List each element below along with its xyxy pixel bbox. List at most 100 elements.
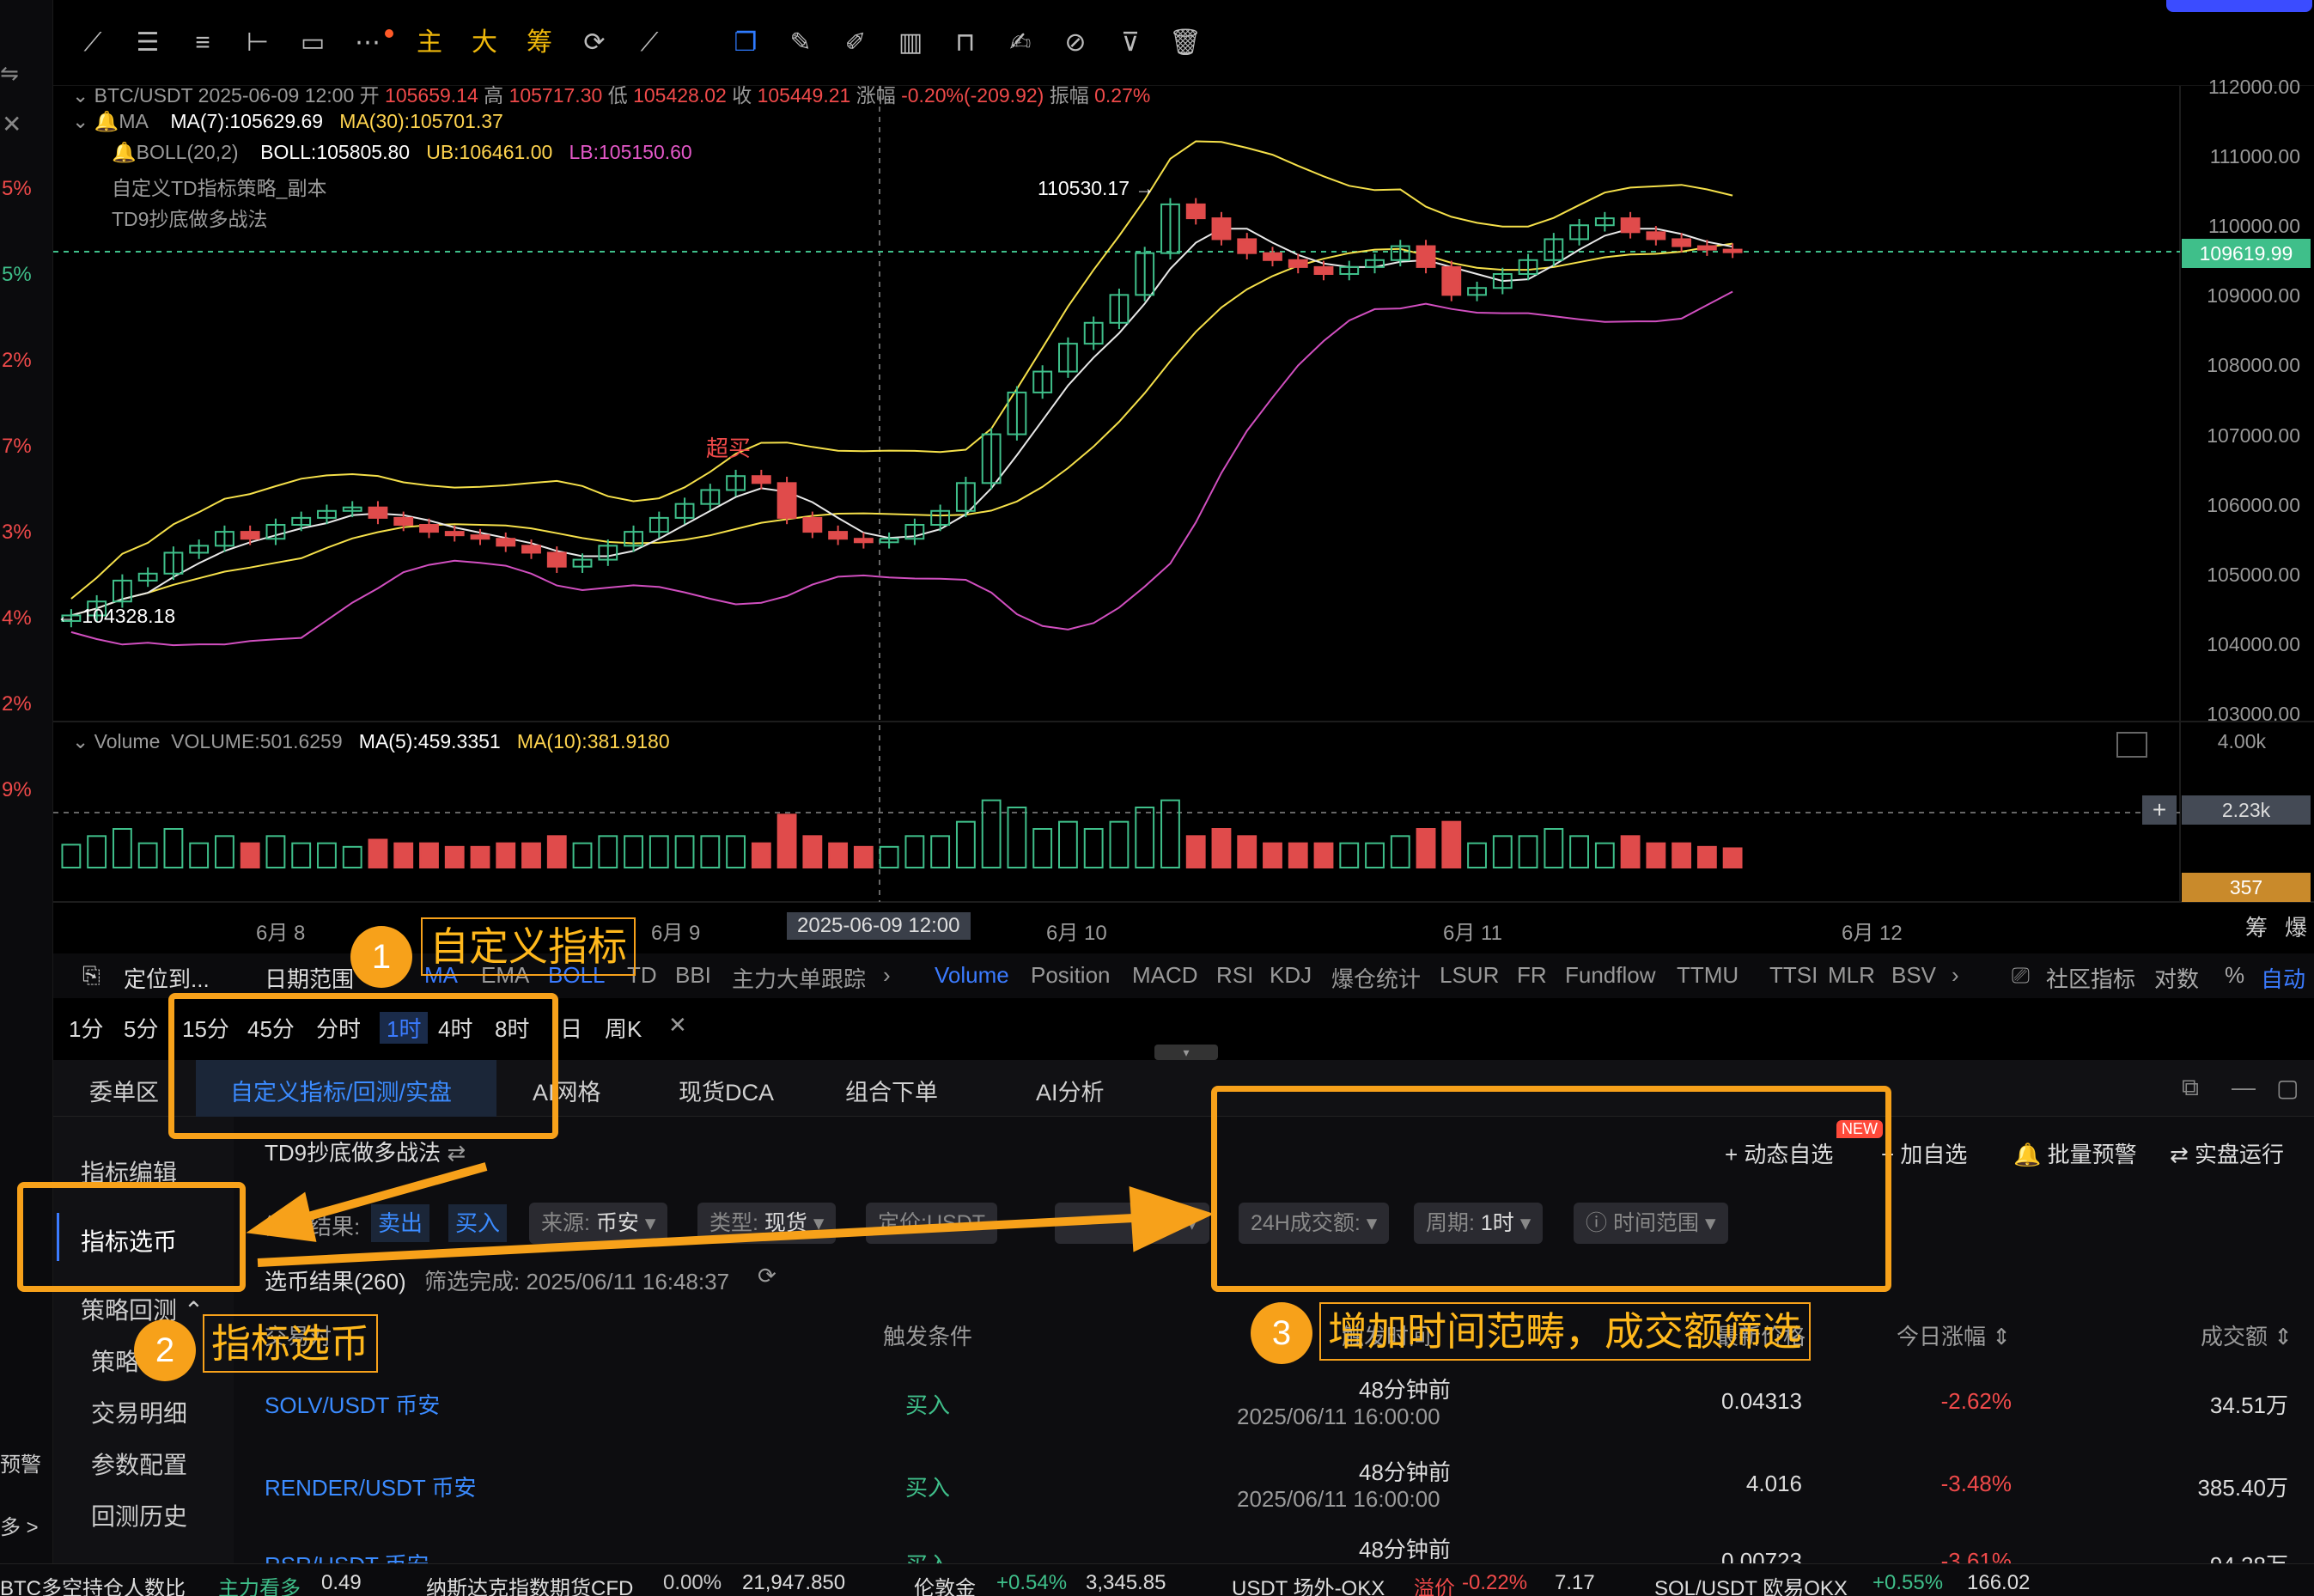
resize-handle[interactable]: ▾ [1154,1045,1218,1060]
sub-macd[interactable]: MACD [1132,962,1198,989]
interval-1m[interactable]: 1分 [69,1012,103,1044]
rectangle-icon[interactable]: ▭ [294,24,332,62]
locate-button[interactable]: 定位到... [124,962,210,994]
locate-icon[interactable]: ⎘ [82,962,100,990]
popout-icon[interactable]: ⧉ [2182,1074,2199,1102]
burst-button[interactable]: 爆 [2285,911,2307,942]
close-icon[interactable]: ✕ [2,110,21,138]
row-pair[interactable]: RSR/USDT 币安 [265,1548,429,1563]
community-icon[interactable]: ⎚ [2012,962,2030,990]
log-scale-toggle[interactable]: 对数 [2154,962,2199,994]
tab-ai-analysis[interactable]: AI分析 [1036,1074,1105,1107]
strategy-name[interactable]: TD9抄底做多战法 ⇄ [265,1136,466,1167]
lock-icon[interactable]: ⊓ [947,24,984,62]
parallel-lines-icon[interactable]: ☰ [129,24,167,62]
sub-bsv[interactable]: BSV [1891,962,1936,989]
top-banner[interactable] [2166,0,2312,12]
trash-icon[interactable]: 🗑 [1166,24,1204,62]
ruler-icon[interactable]: ✎ [782,24,819,62]
big-order-tool[interactable]: 大 [466,24,503,62]
interval-1d[interactable]: 日 [560,1012,582,1044]
chevron-right-icon[interactable]: › [883,962,891,989]
nav-backtest-history[interactable]: 回测历史 [91,1498,187,1532]
sub-ttsi[interactable]: TTSI [1769,962,1818,989]
pen-icon[interactable]: ✐ [837,24,874,62]
more-tools-icon[interactable]: ⋯ [349,24,387,62]
batch-alert-button[interactable]: 🔔 批量预警 [2013,1137,2137,1169]
magnet-icon[interactable]: ⊘ [1057,24,1094,62]
col-change[interactable]: 今日涨幅 ⇕ [1897,1319,2011,1351]
bell-icon[interactable]: 🔔 [94,110,119,132]
col-condition[interactable]: 触发条件 [883,1319,972,1351]
tab-spot-dca[interactable]: 现货DCA [679,1074,774,1107]
type-dropdown[interactable]: 类型: 现货 ▾ [697,1203,837,1244]
copy-icon[interactable]: ❐ [727,24,764,62]
maximize-icon[interactable]: ▢ [2276,1074,2299,1102]
community-indicators[interactable]: 社区指标 [2046,962,2135,994]
ind-main-force[interactable]: 主力大单跟踪 [732,962,866,994]
close-icon[interactable]: ✕ [668,1012,687,1039]
chevron-up-icon[interactable]: ⌃ [184,1297,204,1324]
ticker-item[interactable]: SOL/USDT 欧易OKX [1654,1571,1848,1596]
nav-param-config[interactable]: 参数配置 [91,1447,187,1481]
date-range-button[interactable]: 日期范围 [265,962,354,994]
measure-icon[interactable]: ⟋ [630,24,668,62]
nav-strategy-backtest[interactable]: 策略回测 ⌃ [81,1292,204,1326]
collapse-icon[interactable]: ⇋ [0,60,19,87]
ind-bbi[interactable]: BBI [675,962,711,989]
live-run-button[interactable]: ⇄ 实盘运行 [2170,1137,2284,1169]
sub-mlr[interactable]: MLR [1828,962,1875,989]
sub-fundflow[interactable]: Fundflow [1565,962,1656,989]
chevron-right-icon[interactable]: › [1952,962,1959,989]
sub-kdj[interactable]: KDJ [1270,962,1312,989]
buy-filter[interactable]: 买入 [448,1204,508,1242]
filter-icon[interactable]: ⊽ [1111,24,1149,62]
main-force-tool[interactable]: 主 [411,24,448,62]
row-pair[interactable]: RENDER/USDT 币安 [265,1471,477,1502]
alert-link[interactable]: 预警 [0,1447,41,1477]
add-watchlist-button[interactable]: + 加自选 [1881,1137,1967,1169]
sub-volume[interactable]: Volume [935,962,1009,989]
sub-liquidation[interactable]: 爆仓统计 [1331,962,1421,994]
interval-5m[interactable]: 5分 [124,1012,158,1044]
tab-combo-order[interactable]: 组合下单 [845,1074,938,1107]
ticker-item[interactable]: 纳斯达克指数期货CFD [426,1571,633,1596]
auto-toggle[interactable]: 自动 [2261,962,2305,994]
collapse-icon[interactable]: ⌄ [72,730,94,752]
nav-strategy[interactable]: 策略 [91,1343,139,1378]
crosshair-plus-icon[interactable]: + [2142,795,2177,825]
tab-orders[interactable]: 委单区 [89,1074,159,1107]
col-volume[interactable]: 成交额 ⇕ [2201,1319,2293,1351]
nav-trade-detail[interactable]: 交易明细 [91,1395,187,1429]
row-pair[interactable]: SOLV/USDT 币安 [265,1388,440,1420]
sub-fr[interactable]: FR [1517,962,1547,989]
horizontal-lines-icon[interactable]: ≡ [184,24,222,62]
quote-dropdown[interactable]: 定价:USDT [866,1203,998,1244]
source-dropdown[interactable]: 来源: 币安 ▾ [529,1203,668,1244]
sell-filter[interactable]: 卖出 [371,1204,430,1242]
sub-lsur[interactable]: LSUR [1440,962,1499,989]
extra-dropdown[interactable]: ▾ [1055,1203,1209,1244]
bell-icon[interactable]: 🔔 [112,141,137,163]
note-icon[interactable]: ✍ [1002,24,1039,62]
collapse-icon[interactable]: ⌄ [72,84,94,107]
candles-icon[interactable]: ▥ [892,24,929,62]
candlestick-chart[interactable] [53,86,2314,945]
ticker-item[interactable]: BTC多空持仓人数比 [0,1571,186,1596]
chip-button[interactable]: 筹 [2245,911,2268,942]
ray-icon[interactable]: ⊢ [239,24,277,62]
chip-tool[interactable]: 筹 [521,24,558,62]
ticker-item[interactable]: USDT 场外-OKX [1232,1571,1385,1596]
swap-icon[interactable]: ⇄ [447,1140,466,1166]
sub-ttmu[interactable]: TTMU [1677,962,1739,989]
line-tool-icon[interactable]: ⟋ [74,24,112,62]
refresh-icon[interactable]: ⟳ [758,1263,776,1289]
sub-rsi[interactable]: RSI [1216,962,1253,989]
percent-toggle[interactable]: % [2225,962,2244,989]
minimize-icon[interactable]: — [2232,1074,2256,1101]
collapse-icon[interactable]: ⌄ [72,110,94,132]
refresh-icon[interactable]: ⟳ [575,24,613,62]
more-link[interactable]: 多 > [0,1510,39,1540]
expand-icon[interactable] [2116,732,2147,758]
ticker-item[interactable]: 伦敦金 [914,1571,976,1596]
